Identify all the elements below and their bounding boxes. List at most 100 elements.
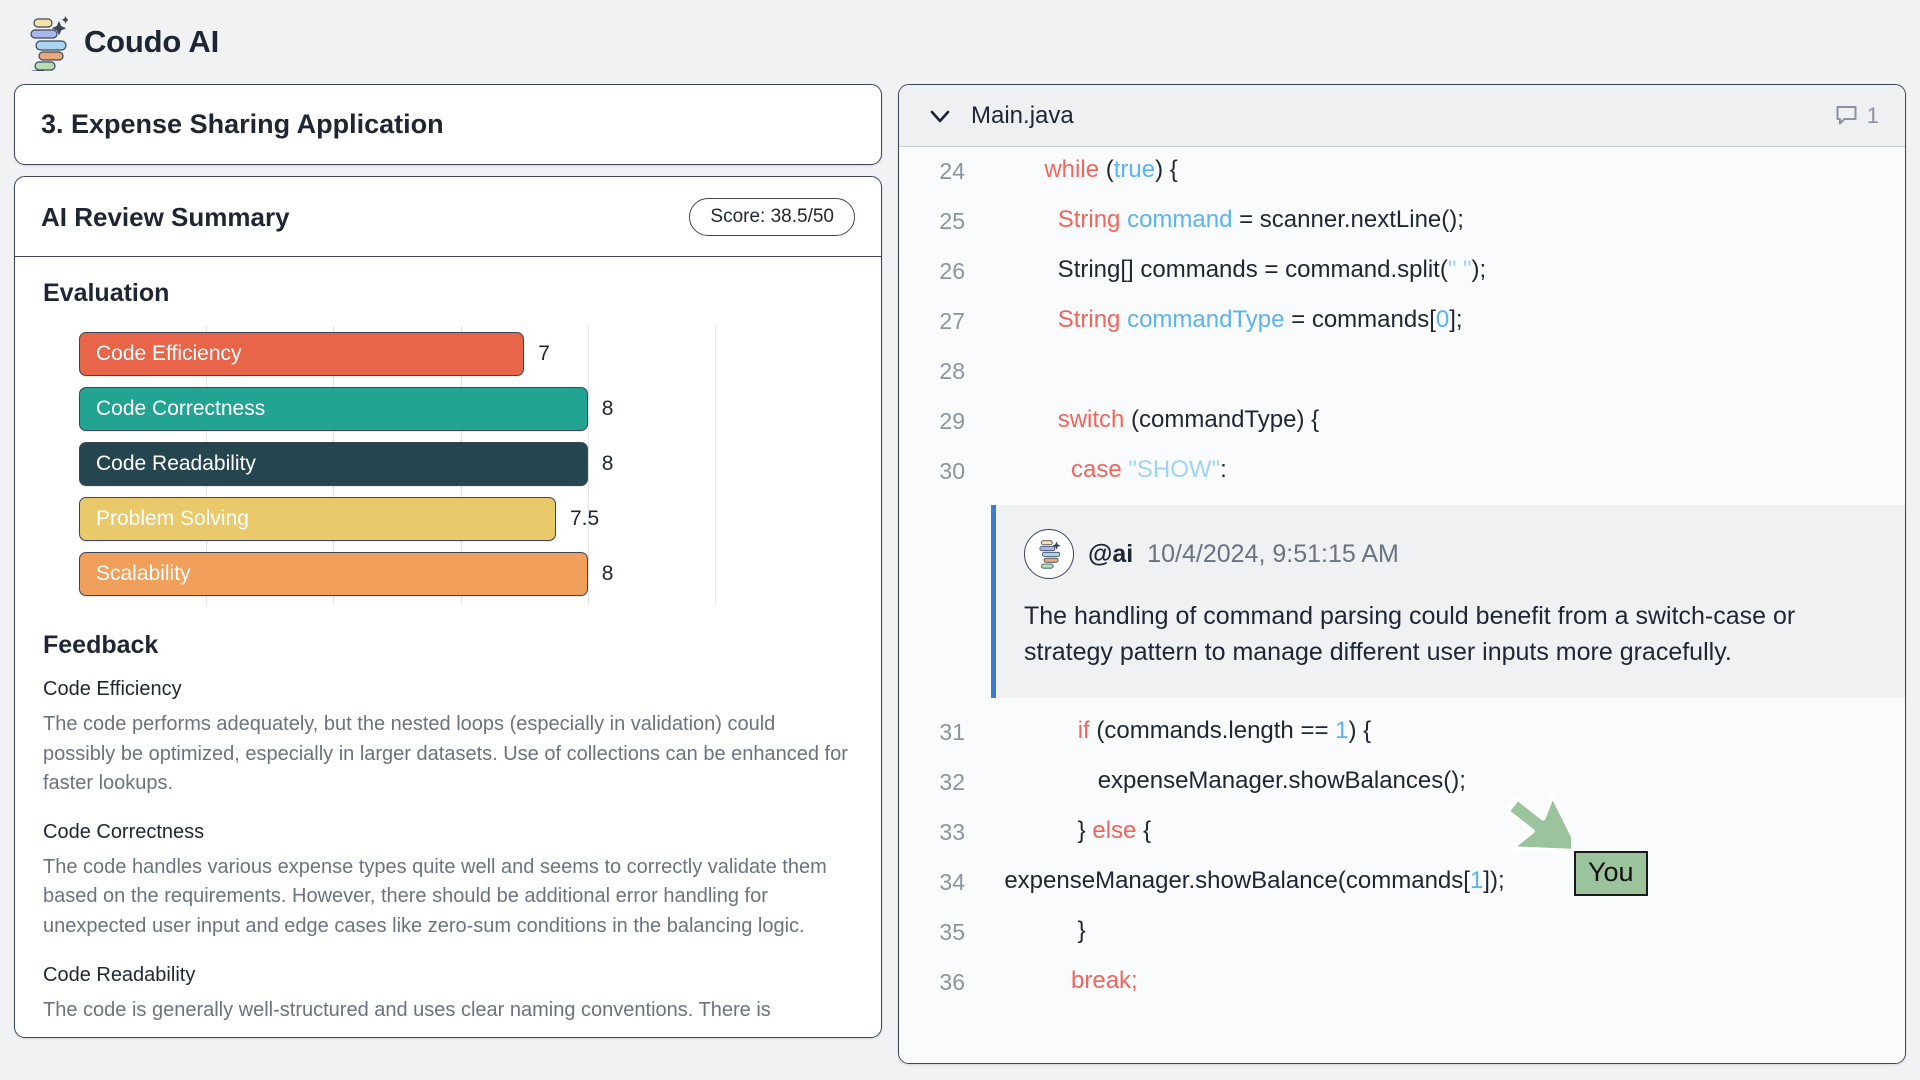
coudo-ai-avatar-icon — [1024, 529, 1074, 579]
code-token: if — [1078, 717, 1090, 744]
code-line-number: 30 — [899, 447, 991, 485]
code-token: ( — [1099, 156, 1114, 183]
code-line-text — [991, 347, 1905, 356]
code-line-text: String[] commands = command.split(" "); — [991, 247, 1905, 284]
chart-bar-value: 7.5 — [570, 507, 599, 531]
code-token: } — [991, 817, 1092, 844]
chart-bars: Code Efficiency7Code Correctness8Code Re… — [43, 326, 853, 601]
code-lines-bottom: 31 if (commands.length == 1) {32 expense… — [899, 708, 1905, 1008]
feedback-item: Code ReadabilityThe code is generally we… — [43, 964, 853, 1026]
chart-bar-row: Code Correctness 8 — [43, 381, 853, 436]
code-line-text: } else { — [991, 808, 1905, 845]
code-token: break; — [1071, 967, 1138, 994]
chart-bar-row: Problem Solving 7.5 — [43, 491, 853, 546]
code-token: "SHOW" — [1128, 456, 1220, 483]
chart-bar-label: Code Efficiency — [96, 342, 242, 366]
code-line: 30 case "SHOW": — [899, 447, 1905, 497]
code-line-text: if (commands.length == 1) { — [991, 708, 1905, 745]
code-line-text: String commandType = commands[0]; — [991, 297, 1905, 334]
code-line: 32 expenseManager.showBalances(); — [899, 758, 1905, 808]
code-lines-top: 24 while (true) {25 String command = sca… — [899, 147, 1905, 497]
chart-bar: Problem Solving — [79, 497, 556, 541]
code-token — [991, 967, 1071, 994]
chevron-down-icon[interactable] — [927, 103, 953, 129]
code-line: 24 while (true) { — [899, 147, 1905, 197]
feedback-item-title: Code Efficiency — [43, 678, 853, 701]
code-line-text: expenseManager.showBalances(); — [991, 758, 1905, 795]
chart-bar-value: 8 — [602, 452, 614, 476]
code-line: 26 String[] commands = command.split(" "… — [899, 247, 1905, 297]
page-title: 3. Expense Sharing Application — [41, 109, 855, 140]
code-line: 28 — [899, 347, 1905, 397]
code-line-number: 29 — [899, 397, 991, 435]
brand-bar: Coudo AI — [0, 0, 1920, 84]
chart-bar-row: Scalability 8 — [43, 546, 853, 601]
chart-bar-value: 8 — [602, 562, 614, 586]
code-line-number: 25 — [899, 197, 991, 235]
code-line-number: 24 — [899, 147, 991, 185]
code-token: expenseManager.showBalance(commands[ — [991, 867, 1470, 894]
code-token: else — [1092, 817, 1136, 844]
ai-review-summary-card: AI Review Summary Score: 38.5/50 Evaluat… — [14, 176, 882, 1038]
chart-bar: Code Efficiency — [79, 332, 524, 376]
code-line-number: 32 — [899, 758, 991, 796]
feedback-item-title: Code Correctness — [43, 821, 853, 844]
comment-meta: @ai 10/4/2024, 9:51:15 AM — [1024, 529, 1877, 579]
code-token: scanner.nextLine(); — [1260, 206, 1464, 233]
code-token: " " — [1448, 256, 1472, 283]
code-token: true — [1114, 156, 1155, 183]
chart-bar-label: Scalability — [96, 562, 191, 586]
code-line-text: String command = scanner.nextLine(); — [991, 197, 1905, 234]
comment-author: @ai — [1088, 540, 1133, 569]
code-token: : — [1220, 456, 1227, 483]
code-token: 0 — [1436, 306, 1449, 333]
comment-count-badge[interactable]: 1 — [1834, 103, 1879, 129]
main-layout: 3. Expense Sharing Application AI Review… — [0, 84, 1920, 1080]
inline-comment-thread: @ai 10/4/2024, 9:51:15 AM The handling o… — [991, 505, 1905, 698]
code-line: 31 if (commands.length == 1) { — [899, 708, 1905, 758]
code-line-number: 31 — [899, 708, 991, 746]
code-token: } — [991, 917, 1086, 944]
code-token: expenseManager.showBalances(); — [991, 767, 1466, 794]
chart-bar-label: Code Readability — [96, 452, 256, 476]
code-token: switch — [1058, 406, 1125, 433]
chart-bar-row: Code Readability 8 — [43, 436, 853, 491]
code-token: { — [1136, 817, 1151, 844]
feedback-item-text: The code handles various expense types q… — [43, 853, 853, 942]
evaluation-bar-chart: Code Efficiency7Code Correctness8Code Re… — [43, 326, 853, 605]
code-token: = — [1232, 206, 1259, 233]
code-line: 33 } else { — [899, 808, 1905, 858]
code-line: 34 expenseManager.showBalance(commands[1… — [899, 858, 1905, 908]
code-filename: Main.java — [971, 102, 1816, 130]
feedback-heading: Feedback — [43, 631, 853, 660]
code-token — [991, 717, 1078, 744]
code-token: String — [1058, 206, 1121, 233]
problem-title-card: 3. Expense Sharing Application — [14, 84, 882, 165]
feedback-item: Code Correctness The code handles various… — [43, 821, 853, 942]
chart-bar: Code Readability — [79, 442, 588, 486]
comment-timestamp: 10/4/2024, 9:51:15 AM — [1147, 540, 1399, 569]
code-line-number: 34 — [899, 858, 991, 896]
code-line-number: 26 — [899, 247, 991, 285]
code-token: ) { — [1349, 717, 1372, 744]
code-token: ); — [1472, 256, 1487, 283]
code-token — [991, 156, 1044, 183]
chart-bar-value: 8 — [602, 397, 614, 421]
code-token — [991, 406, 1058, 433]
code-token: case — [1071, 456, 1122, 483]
code-line-text: expenseManager.showBalance(commands[1]); — [991, 858, 1905, 895]
code-line-text: } — [991, 908, 1905, 945]
comment-count: 1 — [1867, 103, 1879, 129]
stacked-bars-sparkle-icon — [22, 13, 68, 71]
code-line-number: 27 — [899, 297, 991, 335]
code-token — [991, 456, 1071, 483]
code-editor-panel: Main.java 1 24 while (true) {25 String c… — [898, 84, 1906, 1064]
code-token: ]; — [1449, 306, 1462, 333]
chart-bar-label: Code Correctness — [96, 397, 265, 421]
left-column: 3. Expense Sharing Application AI Review… — [14, 84, 882, 1038]
code-token: (commands.length == — [1090, 717, 1335, 744]
chart-bar: Scalability — [79, 552, 588, 596]
feedback-item-text: The code performs adequately, but the ne… — [43, 710, 853, 799]
code-line-text: case "SHOW": — [991, 447, 1905, 484]
code-body[interactable]: 24 while (true) {25 String command = sca… — [899, 147, 1905, 1063]
